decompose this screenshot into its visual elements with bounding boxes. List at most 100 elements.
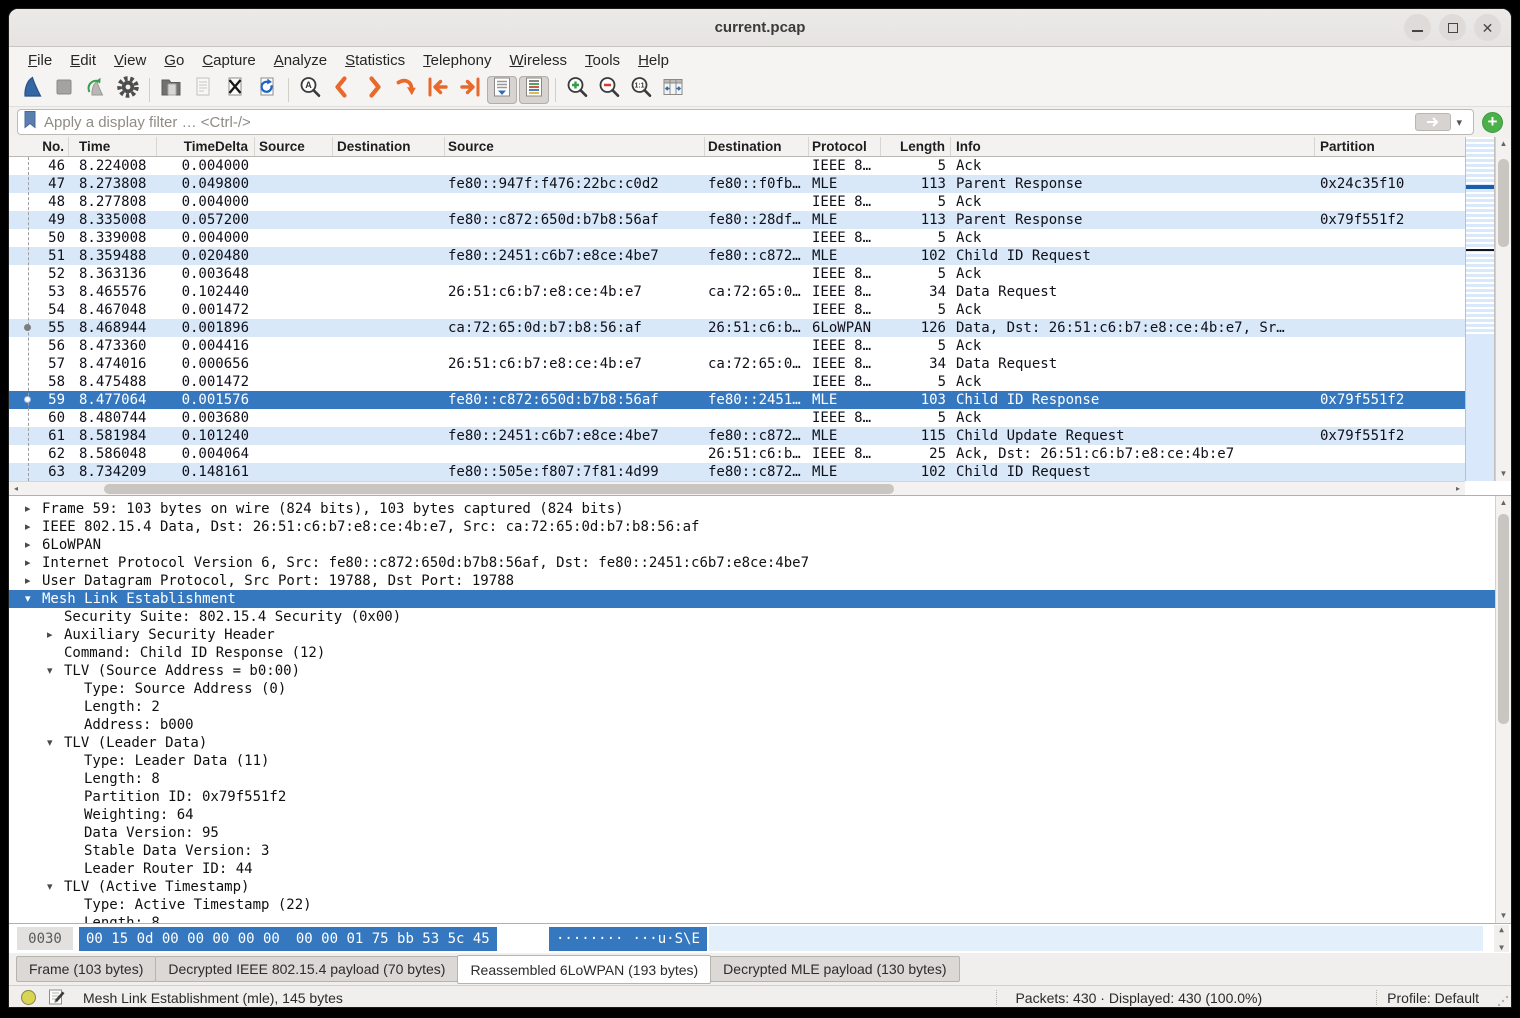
apply-filter-button[interactable] [1415, 113, 1451, 131]
scroll-down-arrow[interactable]: ▼ [1499, 943, 1504, 952]
go-first-packet-button[interactable] [423, 76, 453, 104]
capture-options-button[interactable] [113, 76, 143, 104]
detail-line[interactable]: Address: b000 [9, 716, 1511, 734]
detail-line[interactable]: ▸User Datagram Protocol, Src Port: 19788… [9, 572, 1511, 590]
packet-bytes-pane[interactable]: 0030 00 15 0d 00 00 00 00 0000 00 01 75 … [9, 923, 1511, 953]
expander-closed-icon[interactable]: ▸ [25, 500, 42, 518]
bookmark-icon[interactable] [22, 110, 38, 134]
packet-row[interactable]: 498.3350080.057200fe80::c872:650d:b7b8:5… [9, 211, 1465, 229]
column-header-dst2[interactable]: Destination [705, 137, 809, 156]
packet-row[interactable]: 518.3594880.020480fe80::2451:c6b7:e8ce:4… [9, 247, 1465, 265]
detail-line[interactable]: ▸Auxiliary Security Header [9, 626, 1511, 644]
tab-reassembled-6lowpan-193-bytes[interactable]: Reassembled 6LoWPAN (193 bytes) [457, 955, 711, 984]
packet-row[interactable]: 618.5819840.101240fe80::2451:c6b7:e8ce:4… [9, 427, 1465, 445]
menu-item-view[interactable]: View [105, 49, 155, 72]
menu-item-file[interactable]: File [19, 49, 61, 72]
maximize-button[interactable] [1439, 14, 1466, 41]
zoom-in-button[interactable] [562, 76, 592, 104]
menu-item-wireless[interactable]: Wireless [501, 49, 577, 72]
details-scrollbar[interactable]: ▲ ▼ [1495, 496, 1511, 923]
packet-row[interactable]: 488.2778080.004000IEEE 8…5Ack [9, 193, 1465, 211]
scroll-up-arrow[interactable]: ▲ [1499, 925, 1504, 934]
column-header-proto[interactable]: Protocol [809, 137, 881, 156]
detail-line[interactable]: ▾TLV (Active Timestamp) [9, 878, 1511, 896]
display-filter-input[interactable] [44, 114, 1415, 131]
detail-line[interactable]: Length: 8 [9, 914, 1511, 923]
expander-closed-icon[interactable]: ▸ [47, 626, 64, 644]
minimize-button[interactable] [1404, 14, 1431, 41]
detail-line[interactable]: ▾Mesh Link Establishment [9, 590, 1511, 608]
scroll-up-arrow[interactable]: ▲ [1496, 496, 1511, 510]
menu-item-go[interactable]: Go [155, 49, 193, 72]
packet-list-hscrollbar[interactable]: ◂ ▸ [9, 481, 1465, 495]
menu-item-capture[interactable]: Capture [193, 49, 264, 72]
detail-line[interactable]: Leader Router ID: 44 [9, 860, 1511, 878]
detail-line[interactable]: Security Suite: 802.15.4 Security (0x00) [9, 608, 1511, 626]
expert-info-icon[interactable] [21, 990, 36, 1005]
bytes-scrollbar[interactable]: ▲▼ [1494, 925, 1509, 952]
column-header-time[interactable]: Time [69, 137, 157, 156]
packet-row[interactable]: 568.4733600.004416IEEE 8…5Ack [9, 337, 1465, 355]
scrollbar-thumb[interactable] [1498, 514, 1509, 724]
detail-line[interactable]: Weighting: 64 [9, 806, 1511, 824]
tab-decrypted-mle-payload-130-bytes[interactable]: Decrypted MLE payload (130 bytes) [710, 956, 959, 982]
packet-row[interactable]: 628.5860480.00406426:51:c6:b…IEEE 8…25Ac… [9, 445, 1465, 463]
add-filter-button[interactable]: + [1482, 112, 1503, 133]
detail-line[interactable]: Command: Child ID Response (12) [9, 644, 1511, 662]
detail-line[interactable]: Length: 8 [9, 770, 1511, 788]
filter-input-container[interactable]: ▾ [17, 109, 1474, 135]
open-file-button[interactable] [156, 76, 186, 104]
detail-line[interactable]: Length: 2 [9, 698, 1511, 716]
scroll-down-arrow[interactable]: ▼ [1496, 909, 1511, 923]
expander-open-icon[interactable]: ▾ [47, 878, 64, 896]
find-packet-button[interactable]: A [295, 76, 325, 104]
scroll-down-arrow[interactable]: ▼ [1496, 467, 1511, 481]
auto-scroll-button[interactable] [487, 76, 517, 104]
column-header-src[interactable]: Source [255, 137, 333, 156]
detail-line[interactable]: ▸6LoWPAN [9, 536, 1511, 554]
scrollbar-thumb[interactable] [1498, 159, 1509, 247]
packet-row[interactable]: 548.4670480.001472IEEE 8…5Ack [9, 301, 1465, 319]
menu-item-help[interactable]: Help [629, 49, 678, 72]
zoom-original-button[interactable]: 1:1 [626, 76, 656, 104]
packet-row[interactable]: 638.7342090.148161fe80::505e:f807:7f81:4… [9, 463, 1465, 481]
detail-line[interactable]: Stable Data Version: 3 [9, 842, 1511, 860]
tab-frame-103-bytes[interactable]: Frame (103 bytes) [16, 956, 156, 982]
column-header-dst[interactable]: Destination [333, 137, 445, 156]
expander-closed-icon[interactable]: ▸ [25, 572, 42, 590]
expander-open-icon[interactable]: ▾ [47, 662, 64, 680]
column-header-src2[interactable]: Source [445, 137, 705, 156]
menu-item-analyze[interactable]: Analyze [265, 49, 336, 72]
go-to-packet-button[interactable] [391, 76, 421, 104]
titlebar[interactable]: current.pcap ✕ [9, 9, 1511, 47]
expander-open-icon[interactable]: ▾ [25, 590, 42, 608]
start-capture-button[interactable] [17, 76, 47, 104]
column-header-len[interactable]: Length [881, 137, 951, 156]
column-header-no[interactable]: No. [9, 137, 69, 156]
column-header-info[interactable]: Info [951, 137, 1315, 156]
intelligent-scrollbar-minimap[interactable] [1465, 137, 1495, 481]
packet-row[interactable]: 598.4770640.001576fe80::c872:650d:b7b8:5… [9, 391, 1465, 409]
expander-open-icon[interactable]: ▾ [47, 734, 64, 752]
column-header-delta[interactable]: TimeDelta [157, 137, 255, 156]
packet-row[interactable]: 578.4740160.00065626:51:c6:b7:e8:ce:4b:e… [9, 355, 1465, 373]
colorize-button[interactable] [519, 76, 549, 104]
packet-row[interactable]: 608.4807440.003680IEEE 8…5Ack [9, 409, 1465, 427]
detail-line[interactable]: Partition ID: 0x79f551f2 [9, 788, 1511, 806]
packet-row[interactable]: 528.3631360.003648IEEE 8…5Ack [9, 265, 1465, 283]
go-back-button[interactable] [327, 76, 357, 104]
close-button[interactable]: ✕ [1474, 14, 1501, 41]
filter-dropdown-caret[interactable]: ▾ [1451, 116, 1469, 129]
packet-row[interactable]: 588.4754880.001472IEEE 8…5Ack [9, 373, 1465, 391]
detail-line[interactable]: Type: Source Address (0) [9, 680, 1511, 698]
packet-list-scrollbar[interactable]: ▲ ▼ [1495, 137, 1511, 481]
menu-item-tools[interactable]: Tools [576, 49, 629, 72]
hscrollbar-thumb[interactable] [104, 484, 894, 494]
packet-row[interactable]: 468.2240080.004000IEEE 8…5Ack [9, 157, 1465, 175]
expander-closed-icon[interactable]: ▸ [25, 518, 42, 536]
packet-row[interactable]: 538.4655760.10244026:51:c6:b7:e8:ce:4b:e… [9, 283, 1465, 301]
packet-row[interactable]: 508.3390080.004000IEEE 8…5Ack [9, 229, 1465, 247]
detail-line[interactable]: Data Version: 95 [9, 824, 1511, 842]
capture-comment-icon[interactable] [48, 988, 65, 1008]
packet-row[interactable]: 558.4689440.001896ca:72:65:0d:b7:b8:56:a… [9, 319, 1465, 337]
